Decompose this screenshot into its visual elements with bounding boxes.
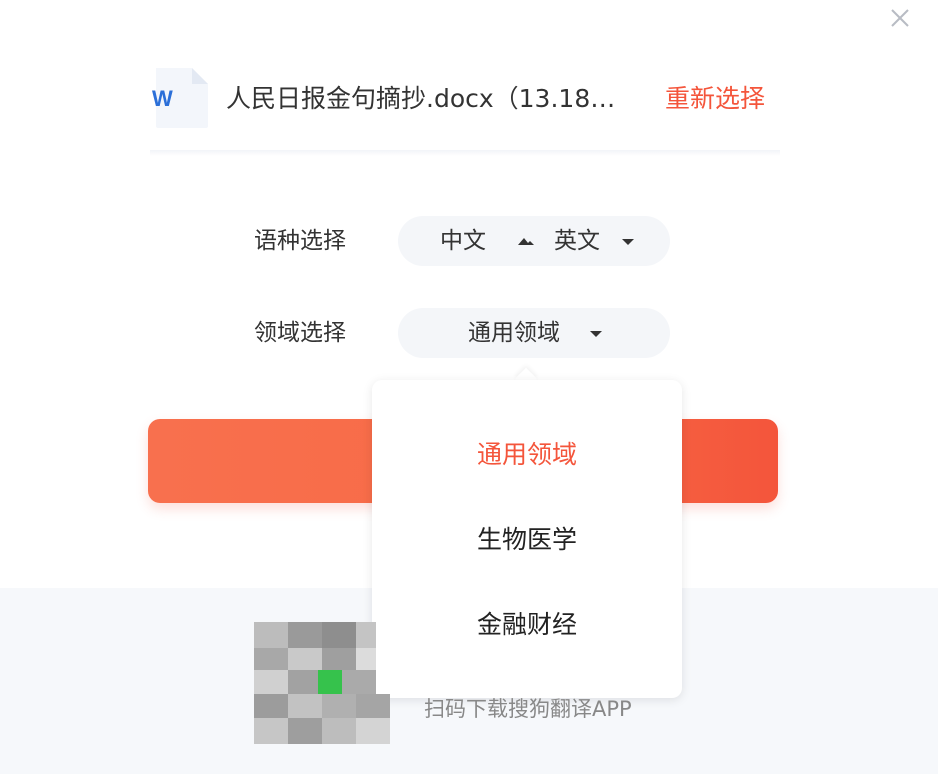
file-name: 人民日报金句摘抄.docx（13.18… — [226, 84, 616, 113]
language-selector[interactable]: 中文 英文 — [398, 216, 670, 266]
source-language[interactable]: 中文 — [440, 226, 486, 256]
file-info-row: W 人民日报金句摘抄.docx（13.18… 重新选择 — [150, 66, 790, 134]
target-language[interactable]: 英文 — [554, 226, 600, 256]
reselect-file-link[interactable]: 重新选择 — [665, 82, 765, 116]
domain-option-biomedical[interactable]: 生物医学 — [372, 523, 682, 557]
domain-option-general[interactable]: 通用领域 — [372, 438, 682, 472]
chevron-down-icon — [590, 331, 602, 337]
domain-dropdown-menu: 通用领域 生物医学 金融财经 — [372, 380, 682, 698]
file-icon-letter: W — [152, 86, 173, 111]
domain-option-finance[interactable]: 金融财经 — [372, 608, 682, 642]
word-file-icon: W — [150, 66, 210, 130]
divider — [150, 150, 780, 156]
swap-icon[interactable] — [516, 234, 536, 248]
domain-selector[interactable]: 通用领域 — [398, 308, 670, 358]
domain-selected-value: 通用领域 — [468, 320, 560, 346]
close-button[interactable] — [886, 4, 914, 32]
close-icon — [891, 9, 909, 27]
qr-code-icon — [254, 622, 390, 744]
qr-caption: 扫码下载搜狗翻译APP — [424, 697, 632, 721]
chevron-down-icon — [622, 239, 634, 245]
domain-label: 领域选择 — [254, 320, 346, 346]
translate-dialog: W 人民日报金句摘抄.docx（13.18… 重新选择 语种选择 中文 英文 领… — [0, 0, 938, 774]
language-label: 语种选择 — [254, 228, 346, 254]
